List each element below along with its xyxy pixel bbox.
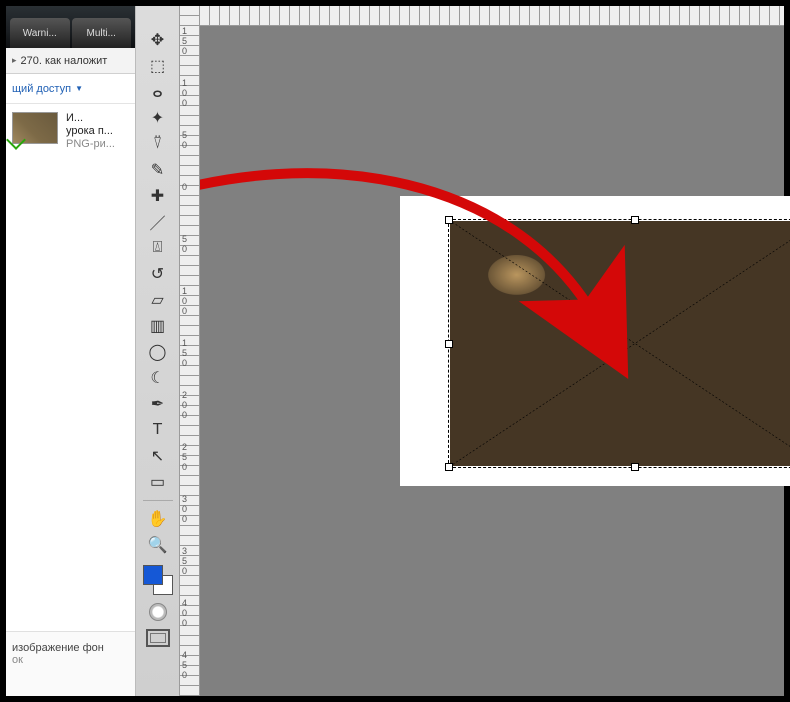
file-item[interactable]: И... урока п... PNG-ри... (12, 112, 129, 151)
ruler-tick: 0 (182, 88, 187, 98)
ruler-tick: 5 (182, 130, 187, 140)
transform-handle-top-left[interactable] (445, 216, 453, 224)
free-transform-bounding-box[interactable] (448, 219, 790, 468)
browser-tabstrip: Warni... Multi... (6, 6, 135, 48)
transform-handle-mid-left[interactable] (445, 340, 453, 348)
transform-handle-bottom-mid[interactable] (631, 463, 639, 471)
footer-line1: изображение фон (12, 642, 129, 654)
ruler-tick: 3 (182, 546, 187, 556)
ruler-tick: 0 (182, 46, 187, 56)
vertical-ruler[interactable]: 1 5 0 1 0 0 5 0 0 5 0 1 0 0 1 5 0 2 0 0 … (180, 6, 200, 696)
hand-tool[interactable]: ✋ (146, 507, 170, 531)
marquee-tool[interactable]: ⬚ (146, 54, 170, 78)
ruler-tick: 0 (182, 296, 187, 306)
ruler-tick: 5 (182, 452, 187, 462)
ruler-tick: 2 (182, 390, 187, 400)
ruler-tick: 5 (182, 660, 187, 670)
crop-tool[interactable]: ⍢ (146, 132, 170, 156)
blur-tool[interactable]: ◯ (146, 340, 170, 364)
shape-tool[interactable]: ▭ (146, 470, 170, 494)
ruler-tick: 0 (182, 462, 187, 472)
file-browser-panel: Warni... Multi... ▸ 270. как наложит щий… (6, 6, 136, 696)
pen-tool[interactable]: ✒ (146, 392, 170, 416)
ruler-tick: 1 (182, 338, 187, 348)
ruler-tick: 2 (182, 442, 187, 452)
tool-palette: ✥ ⬚ ⴰ ✦ ⍢ ✎ ✚ ／ ⍍ ↺ ▱ ▥ ◯ ☾ ✒ T ↖ ▭ ✋ 🔍 (136, 6, 180, 696)
ruler-tick: 5 (182, 556, 187, 566)
ruler-tick: 0 (182, 140, 187, 150)
ruler-tick: 5 (182, 36, 187, 46)
ruler-tick: 3 (182, 494, 187, 504)
zoom-tool[interactable]: 🔍 (146, 533, 170, 557)
file-type: PNG-ри... (66, 138, 115, 151)
ruler-tick: 0 (182, 514, 187, 524)
ruler-tick: 1 (182, 78, 187, 88)
foreground-color-swatch[interactable] (143, 565, 163, 585)
ruler-tick: 0 (182, 358, 187, 368)
ruler-tick: 1 (182, 286, 187, 296)
lasso-tool[interactable]: ⴰ (146, 80, 170, 104)
transform-handle-bottom-left[interactable] (445, 463, 453, 471)
ruler-tick: 0 (182, 400, 187, 410)
ruler-tick: 0 (182, 608, 187, 618)
eyedropper-tool[interactable]: ✎ (146, 158, 170, 182)
eraser-tool[interactable]: ▱ (146, 288, 170, 312)
chevron-down-icon: ▼ (75, 84, 83, 93)
dodge-tool[interactable]: ☾ (146, 366, 170, 390)
color-swatches[interactable] (143, 565, 173, 595)
file-name-line1: И... (66, 112, 115, 125)
sidebar-footer: изображение фон ок (6, 631, 135, 696)
healing-brush-tool[interactable]: ✚ (146, 184, 170, 208)
file-name-line2: урока п... (66, 125, 115, 138)
brush-tool[interactable]: ／ (146, 210, 170, 234)
magic-wand-tool[interactable]: ✦ (146, 106, 170, 130)
screen-mode-toggle[interactable] (146, 629, 170, 647)
ruler-tick: 0 (182, 410, 187, 420)
breadcrumb-bar[interactable]: ▸ 270. как наложит (6, 48, 135, 74)
path-select-tool[interactable]: ↖ (146, 444, 170, 468)
canvas-area[interactable] (200, 26, 784, 696)
ruler-tick: 0 (182, 670, 187, 680)
ruler-tick: 0 (182, 306, 187, 316)
tool-separator (143, 500, 173, 501)
ruler-tick: 4 (182, 650, 187, 660)
ruler-tick: 1 (182, 26, 187, 36)
file-info: И... урока п... PNG-ри... (66, 112, 115, 151)
horizontal-ruler[interactable] (180, 6, 784, 26)
move-tool[interactable]: ✥ (146, 28, 170, 52)
transform-handle-top-mid[interactable] (631, 216, 639, 224)
shared-access-dropdown[interactable]: щий доступ ▼ (6, 74, 135, 104)
quick-mask-toggle[interactable] (149, 603, 167, 621)
gradient-tool[interactable]: ▥ (146, 314, 170, 338)
browser-tab-multi[interactable]: Multi... (72, 18, 132, 48)
type-tool[interactable]: T (146, 418, 170, 442)
shared-access-label: щий доступ (12, 83, 71, 95)
history-brush-tool[interactable]: ↺ (146, 262, 170, 286)
ruler-tick: 0 (182, 618, 187, 628)
file-list: И... урока п... PNG-ри... (6, 104, 135, 159)
ruler-tick: 0 (182, 566, 187, 576)
breadcrumb-arrow-icon: ▸ (12, 55, 17, 66)
browser-tab-warning[interactable]: Warni... (10, 18, 70, 48)
ruler-tick: 0 (182, 244, 187, 254)
ruler-tick: 5 (182, 348, 187, 358)
breadcrumb-label: 270. как наложит (21, 55, 108, 67)
file-thumbnail (12, 112, 58, 144)
ruler-tick: 0 (182, 504, 187, 514)
ruler-tick: 0 (182, 98, 187, 108)
transform-diagonals (449, 220, 790, 467)
clone-stamp-tool[interactable]: ⍍ (146, 236, 170, 260)
app-frame: Warni... Multi... ▸ 270. как наложит щий… (6, 6, 784, 696)
ruler-tick: 0 (182, 182, 187, 192)
footer-line2: ок (12, 654, 129, 666)
ruler-tick: 5 (182, 234, 187, 244)
ruler-tick: 4 (182, 598, 187, 608)
